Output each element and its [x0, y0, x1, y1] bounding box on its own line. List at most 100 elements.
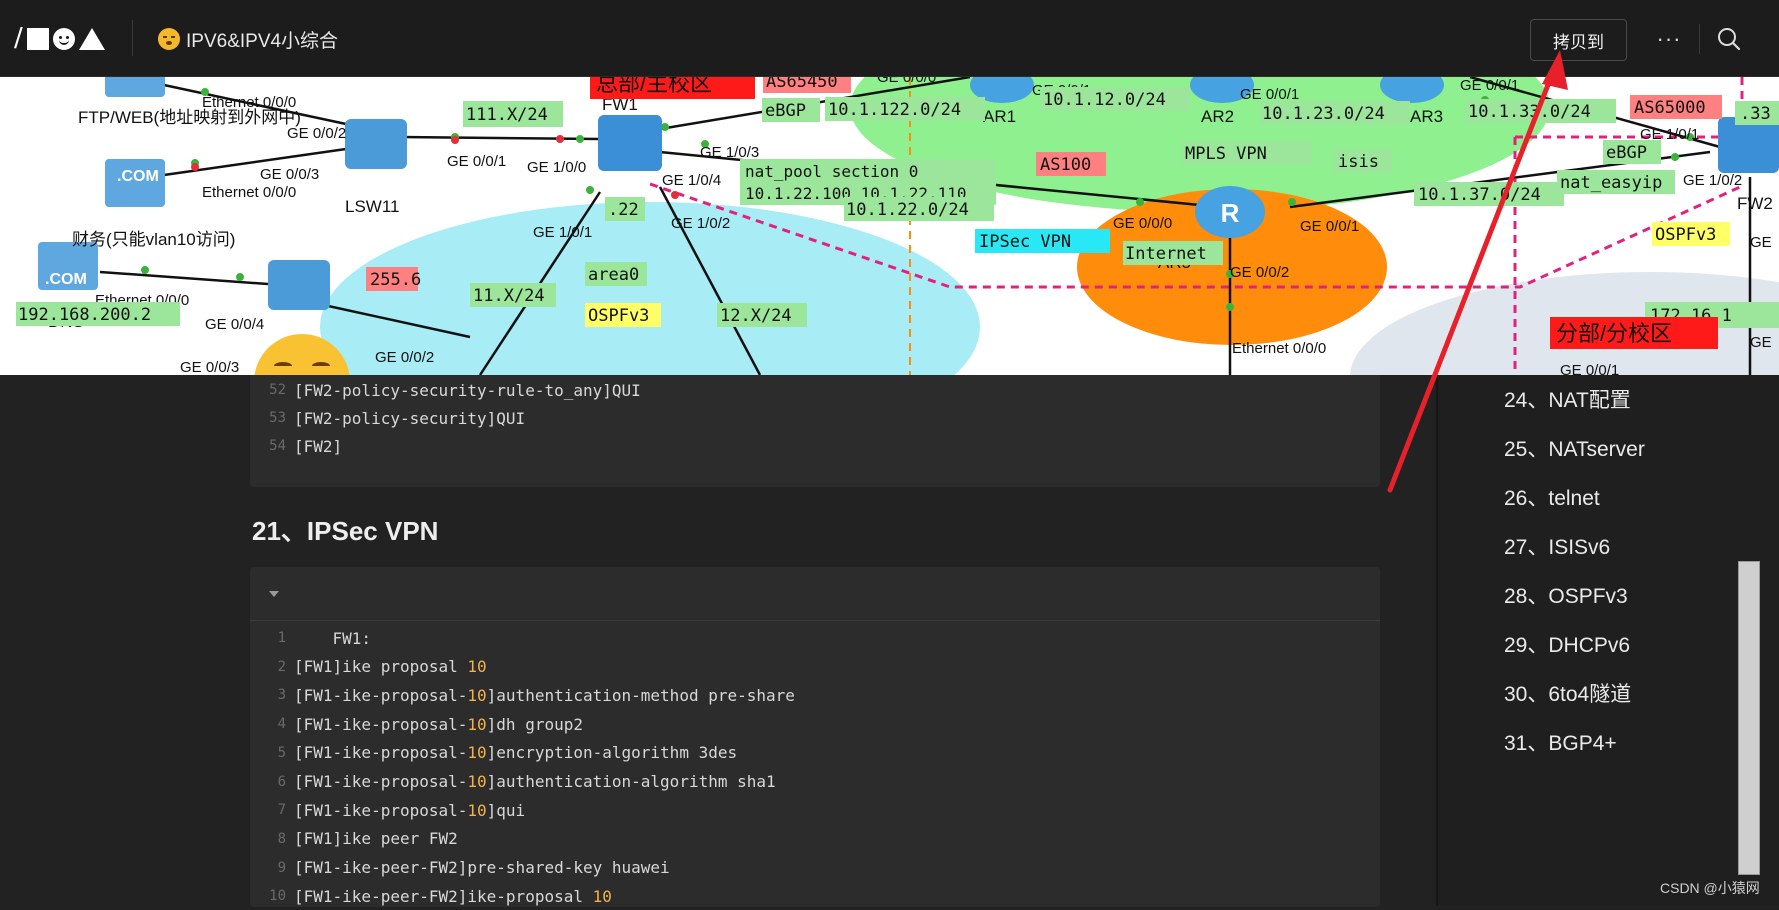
server-icon [105, 77, 165, 97]
label-ospfv3: OSPFv3 [588, 306, 649, 326]
label-finance: 财务(只能vlan10访问) [72, 230, 235, 249]
label-com: .COM [117, 168, 159, 185]
toc-item[interactable]: 25、NATserver [1504, 433, 1645, 463]
topology-svg: R FTP/WEB(地址映射到外网中) Ethernet 0/0/0 GE 0/… [16, 77, 1779, 375]
label-ge: GE [1750, 334, 1772, 351]
code-number: 10 [467, 743, 487, 763]
toc-item[interactable]: 30、6to4隧道 [1504, 678, 1631, 708]
label-eth: Ethernet 0/0/0 [202, 94, 296, 111]
label-net: 10.1.23.0/24 [1262, 104, 1385, 124]
label-ge: GE 0/0/0 [877, 77, 936, 86]
code-text: [FW1-ike-proposal- [294, 714, 468, 734]
switch-icon [268, 260, 330, 310]
section-heading: 21、IPSec VPN [252, 516, 439, 546]
label-ge: GE 0/0/1 [1560, 362, 1619, 375]
code-block-header [250, 567, 1380, 621]
label-ge: GE 0/0/1 [1300, 218, 1359, 235]
label-mpls: MPLS VPN [1185, 144, 1267, 164]
search-icon[interactable] [1716, 26, 1742, 52]
code-text: ]encryption-algorithm 3des [486, 743, 738, 763]
label-ge: GE 1/0/4 [662, 172, 721, 189]
emoji-eye [312, 362, 330, 370]
label-ge: GE 0/0/1 [1460, 77, 1519, 94]
toc-item[interactable]: 29、DHCPv6 [1504, 629, 1630, 659]
code-line: 53 [FW2-policy-security]QUI [250, 404, 525, 432]
label-ebgp: eBGP [1606, 143, 1647, 163]
label-ge: GE 1/0/2 [671, 215, 730, 232]
code-line: 52 [FW2-policy-security-rule-to_any]QUI [250, 376, 641, 404]
label-net: 10.1.12.0/24 [1043, 90, 1166, 110]
code-text: FW1: [294, 628, 372, 648]
line-number: 7 [277, 802, 286, 819]
code-text: [FW1-ike-peer-FW2]pre-shared-key huawei [294, 858, 670, 878]
line-number: 52 [269, 382, 286, 398]
line-number: 9 [277, 859, 286, 876]
line-number: 53 [269, 410, 286, 426]
code-text: [FW1-ike-peer-FW2]ike-proposal [294, 886, 593, 906]
code-line: 7 [FW1-ike-proposal- 10]qui [250, 796, 526, 824]
toc-item[interactable]: 31、BGP4+ [1504, 727, 1617, 757]
code-text: [FW1]ike peer FW2 [294, 829, 458, 849]
document-title: IPV6&IPV4小综合 [158, 26, 338, 52]
switch-icon [345, 119, 407, 169]
code-block-previous[interactable]: 52 [FW2-policy-security-rule-to_any]QUI 5… [250, 375, 1380, 487]
collapse-caret-icon[interactable] [269, 591, 279, 597]
label-ge: GE 0/0/1 [1240, 86, 1299, 103]
code-text: ]authentication-method pre-share [486, 685, 795, 705]
label-ge: GE 0/0/2 [287, 125, 346, 142]
label-ge: GE 0/0/4 [205, 316, 264, 333]
label-eth: Ethernet 0/0/0 [202, 184, 296, 201]
line-number: 10 [269, 888, 286, 905]
label-net: 10.1.33.0/24 [1468, 102, 1591, 122]
line-number: 2 [277, 658, 286, 675]
label-ar2: AR2 [1201, 107, 1234, 126]
logo-face-icon [52, 28, 75, 50]
label-ebgp: eBGP [765, 101, 806, 121]
line-number: 54 [269, 438, 286, 454]
csdn-watermark: CSDN @小猿网 [1660, 880, 1760, 896]
line-number: 3 [277, 687, 286, 704]
logo-square-icon [26, 28, 49, 50]
toc-item[interactable]: 24、NAT配置 [1504, 384, 1631, 414]
label-ipsec: IPSec VPN [979, 232, 1071, 252]
toc-item[interactable]: 26、telnet [1504, 482, 1600, 512]
logo-slash-icon: / [14, 23, 23, 53]
label-ge: GE 1/0/1 [533, 224, 592, 241]
more-dots-icon[interactable]: ··· [1654, 24, 1684, 54]
label-nat-easyip: nat_easyip [1560, 173, 1662, 193]
code-text: [FW1-ike-proposal- [294, 743, 468, 763]
label-lsw11: LSW11 [345, 197, 400, 216]
label-ge: GE [1750, 234, 1772, 251]
label-ge: GE 0/0/2 [1230, 264, 1289, 281]
label-ge: GE 1/0/0 [527, 159, 586, 176]
copy-to-button[interactable]: 拷贝到 [1530, 19, 1627, 61]
site-logo[interactable]: / [14, 23, 105, 53]
label-isis: isis [1338, 152, 1379, 172]
code-text: [FW2] [294, 436, 343, 456]
code-number: 10 [467, 800, 487, 820]
label-net: 10.1.37.0/24 [1418, 185, 1541, 205]
toc-scrollbar[interactable] [1738, 561, 1760, 875]
label-dot22: .22 [608, 200, 639, 220]
label-net: 12.X/24 [720, 306, 792, 326]
code-number: 10 [467, 772, 487, 791]
table-of-contents: 24、NAT配置 25、NATserver 26、telnet 27、ISISv… [1438, 375, 1779, 906]
code-text: ]qui [486, 800, 526, 820]
label-as100: AS100 [1040, 155, 1091, 175]
label-as: AS65450 [766, 77, 838, 92]
label-hq: 总部/主校区 [596, 77, 712, 96]
emoji-eye [274, 362, 292, 370]
firewall-icon [598, 115, 662, 171]
code-line: 4 [FW1-ike-proposal- 10]dh group2 [250, 710, 583, 738]
toc-item[interactable]: 27、ISISv6 [1504, 531, 1610, 561]
toc-item[interactable]: 28、OSPFv3 [1504, 580, 1628, 610]
label-ge: GE 0/0/2 [375, 349, 434, 366]
label-area0: area0 [588, 265, 639, 285]
header-divider-right [1699, 24, 1700, 54]
top-header: / IPV6&IPV4小综合 拷贝到 ··· [0, 0, 1779, 77]
label-internet: Internet [1125, 244, 1207, 264]
line-number: 1 [277, 630, 286, 646]
label-nat-pool: nat_pool section 0 [745, 162, 918, 181]
code-block-ipsec[interactable]: 1 FW1: 2 [FW1]ike proposal 10 3 [FW1-ike-pro… [250, 567, 1380, 907]
line-number: 4 [277, 716, 286, 733]
